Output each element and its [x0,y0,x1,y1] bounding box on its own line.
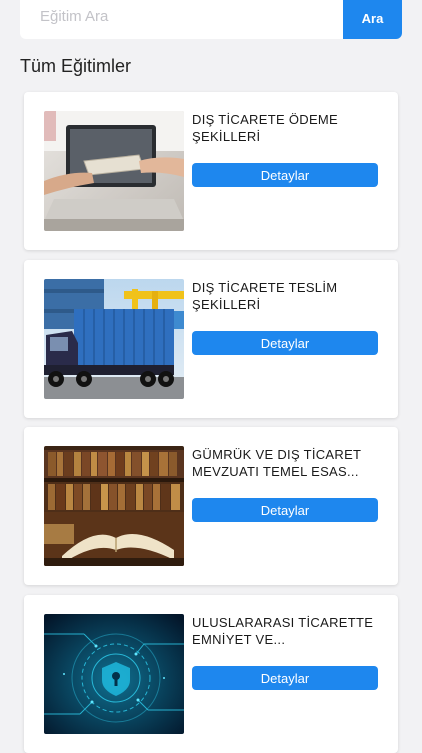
course-card[interactable]: GÜMRÜK VE DIŞ TİCARET MEVZUATI TEMEL ESA… [24,427,398,585]
course-thumbnail-books [44,446,184,566]
search-bar: Ara [20,0,402,39]
course-card[interactable]: DIŞ TİCARETE TESLİM ŞEKİLLERİ Detaylar [24,260,398,418]
course-title: DIŞ TİCARETE TESLİM ŞEKİLLERİ [192,280,338,312]
course-thumbnail-payment [44,111,184,231]
course-card[interactable]: DIŞ TİCARETE ÖDEME ŞEKİLLERİ Detaylar [24,92,398,250]
search-input[interactable] [20,0,320,39]
course-title: ULUSLARARASI TİCARETTE EMNİYET VE... [192,615,374,647]
details-button[interactable]: Detaylar [192,666,378,690]
section-title: Tüm Eğitimler [20,56,132,76]
course-title: GÜMRÜK VE DIŞ TİCARET MEVZUATI TEMEL ESA… [192,447,362,479]
details-button[interactable]: Detaylar [192,163,378,187]
course-title: DIŞ TİCARETE ÖDEME ŞEKİLLERİ [192,112,339,144]
details-button[interactable]: Detaylar [192,331,378,355]
course-thumbnail-security [44,614,184,734]
course-card[interactable]: ULUSLARARASI TİCARETTE EMNİYET VE... Det… [24,595,398,753]
search-button[interactable]: Ara [343,0,402,39]
details-button[interactable]: Detaylar [192,498,378,522]
course-thumbnail-truck [44,279,184,399]
